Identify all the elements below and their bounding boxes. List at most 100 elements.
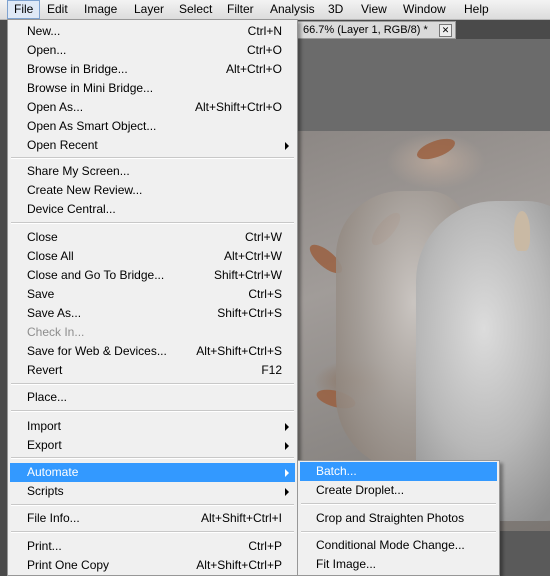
submenu-arrow-icon xyxy=(285,142,289,150)
menu-item-device-central[interactable]: Device Central... xyxy=(10,200,295,219)
menu-item-browse-in-mini-bridge[interactable]: Browse in Mini Bridge... xyxy=(10,79,295,98)
menu-item-open-recent[interactable]: Open Recent xyxy=(10,136,295,155)
menu-item-shortcut: Alt+Shift+Ctrl+S xyxy=(196,344,282,358)
menu-separator xyxy=(11,383,294,385)
menu-item-share-my-screen[interactable]: Share My Screen... xyxy=(10,162,295,181)
menu-item-label: Share My Screen... xyxy=(27,164,130,178)
menu-item-file-info[interactable]: File Info... Alt+Shift+Ctrl+I xyxy=(10,509,295,528)
menu-item-open-as[interactable]: Open As... Alt+Shift+Ctrl+O xyxy=(10,98,295,117)
squirrel-ear xyxy=(514,211,530,251)
menu-item-label: File Info... xyxy=(27,511,80,525)
submenu-arrow-icon xyxy=(285,469,289,477)
menu-item-label: Print One Copy xyxy=(27,558,110,572)
menu-item-shortcut: Ctrl+P xyxy=(248,539,282,553)
menu-item-label: Place... xyxy=(27,390,68,404)
menu-image[interactable]: Image xyxy=(78,0,123,19)
menu-item-shortcut: Ctrl+W xyxy=(245,230,282,244)
menu-item-shortcut: Ctrl+N xyxy=(247,24,282,38)
menu-item-label: Scripts xyxy=(27,484,64,498)
menu-item-shortcut: Shift+Ctrl+S xyxy=(217,306,282,320)
menu-edit[interactable]: Edit xyxy=(41,0,74,19)
menu-separator xyxy=(11,504,294,506)
menu-bar: File Edit Image Layer Select Filter Anal… xyxy=(0,0,550,20)
menu-item-label: Check In... xyxy=(27,325,85,339)
menu-item-shortcut: Shift+Ctrl+W xyxy=(213,268,282,282)
menu-item-label: Device Central... xyxy=(27,202,116,216)
menu-separator xyxy=(11,157,294,159)
menu-item-label: Save xyxy=(27,287,55,301)
submenu-arrow-icon xyxy=(285,488,289,496)
menu-item-import[interactable]: Import xyxy=(10,417,295,436)
menu-item-close-all[interactable]: Close All Alt+Ctrl+W xyxy=(10,247,295,266)
menu-analysis[interactable]: Analysis xyxy=(264,0,321,19)
file-menu-dropdown: New... Ctrl+N Open... Ctrl+O Browse in Bri… xyxy=(7,19,298,576)
document-tab[interactable]: 66.7% (Layer 1, RGB/8) * ✕ xyxy=(296,21,456,39)
menu-item-check-in: Check In... xyxy=(10,323,295,342)
menu-item-label: Create New Review... xyxy=(27,183,143,197)
menu-item-revert[interactable]: Revert F12 xyxy=(10,361,295,380)
menu-item-label: Open As Smart Object... xyxy=(27,119,157,133)
menu-item-automate[interactable]: Automate xyxy=(10,463,295,482)
menu-item-label: New... xyxy=(27,24,61,38)
menu-item-label: Close All xyxy=(27,249,74,263)
menu-item-save[interactable]: Save Ctrl+S xyxy=(10,285,295,304)
menu-layer[interactable]: Layer xyxy=(128,0,170,19)
menu-item-close-and-go-to-bridge[interactable]: Close and Go To Bridge... Shift+Ctrl+W xyxy=(10,266,295,285)
menu-select[interactable]: Select xyxy=(173,0,218,19)
menu-item-label: Open... xyxy=(27,43,67,57)
menu-3d[interactable]: 3D xyxy=(322,0,349,19)
menu-item-close[interactable]: Close Ctrl+W xyxy=(10,228,295,247)
submenu-item-create-droplet[interactable]: Create Droplet... xyxy=(300,481,497,500)
menu-item-save-for-web[interactable]: Save for Web & Devices... Alt+Shift+Ctrl+… xyxy=(10,342,295,361)
menu-item-browse-in-bridge[interactable]: Browse in Bridge... Alt+Ctrl+O xyxy=(10,60,295,79)
leaf-shape xyxy=(414,134,458,164)
menu-separator xyxy=(11,457,294,459)
menu-filter[interactable]: Filter xyxy=(221,0,260,19)
menu-item-open-as-smart-object[interactable]: Open As Smart Object... xyxy=(10,117,295,136)
menu-file[interactable]: File xyxy=(7,0,41,19)
menu-item-label: Browse in Mini Bridge... xyxy=(27,81,154,95)
menu-item-export[interactable]: Export xyxy=(10,436,295,455)
menu-item-label: Import xyxy=(27,419,62,433)
menu-item-shortcut: Alt+Shift+Ctrl+P xyxy=(196,558,282,572)
menu-item-label: Revert xyxy=(27,363,63,377)
menu-item-scripts[interactable]: Scripts xyxy=(10,482,295,501)
menu-item-label: Close and Go To Bridge... xyxy=(27,268,165,282)
submenu-item-batch[interactable]: Batch... xyxy=(300,462,497,481)
menu-item-shortcut: Alt+Ctrl+O xyxy=(225,62,282,76)
menu-item-label: Automate xyxy=(27,465,79,479)
document-tab-title: 66.7% (Layer 1, RGB/8) * xyxy=(303,24,428,36)
menu-item-label: Print... xyxy=(27,539,62,553)
menu-window[interactable]: Window xyxy=(397,0,452,19)
menu-item-new[interactable]: New... Ctrl+N xyxy=(10,22,295,41)
menu-item-save-as[interactable]: Save As... Shift+Ctrl+S xyxy=(10,304,295,323)
menu-item-print[interactable]: Print... Ctrl+P xyxy=(10,537,295,556)
automate-submenu: Batch... Create Droplet... Crop and Stra… xyxy=(297,460,500,576)
menu-separator xyxy=(301,503,496,505)
menu-item-label: Save As... xyxy=(27,306,82,320)
menu-item-open[interactable]: Open... Ctrl+O xyxy=(10,41,295,60)
menu-item-print-one-copy[interactable]: Print One Copy Alt+Shift+Ctrl+P xyxy=(10,556,295,575)
close-icon[interactable]: ✕ xyxy=(439,24,452,37)
submenu-item-fit-image[interactable]: Fit Image... xyxy=(300,555,497,574)
menu-item-label: Open Recent xyxy=(27,138,98,152)
menu-separator xyxy=(301,531,496,533)
menu-item-shortcut: Ctrl+O xyxy=(246,43,282,57)
submenu-item-crop-and-straighten[interactable]: Crop and Straighten Photos xyxy=(300,509,497,528)
submenu-arrow-icon xyxy=(285,442,289,450)
menu-item-create-new-review[interactable]: Create New Review... xyxy=(10,181,295,200)
menu-item-shortcut: Alt+Shift+Ctrl+I xyxy=(200,511,282,525)
menu-item-place[interactable]: Place... xyxy=(10,388,295,407)
menu-item-label: Open As... xyxy=(27,100,84,114)
menu-view[interactable]: View xyxy=(355,0,393,19)
menu-item-label: Export xyxy=(27,438,62,452)
submenu-item-conditional-mode-change[interactable]: Conditional Mode Change... xyxy=(300,536,497,555)
menu-item-shortcut: Alt+Ctrl+W xyxy=(223,249,282,263)
menu-separator xyxy=(11,222,294,224)
menu-item-label: Browse in Bridge... xyxy=(27,62,128,76)
menu-help[interactable]: Help xyxy=(458,0,495,19)
menu-item-shortcut: Alt+Shift+Ctrl+O xyxy=(194,100,282,114)
menu-separator xyxy=(11,531,294,533)
canvas-background xyxy=(296,39,550,131)
menu-item-label: Save for Web & Devices... xyxy=(27,344,167,358)
